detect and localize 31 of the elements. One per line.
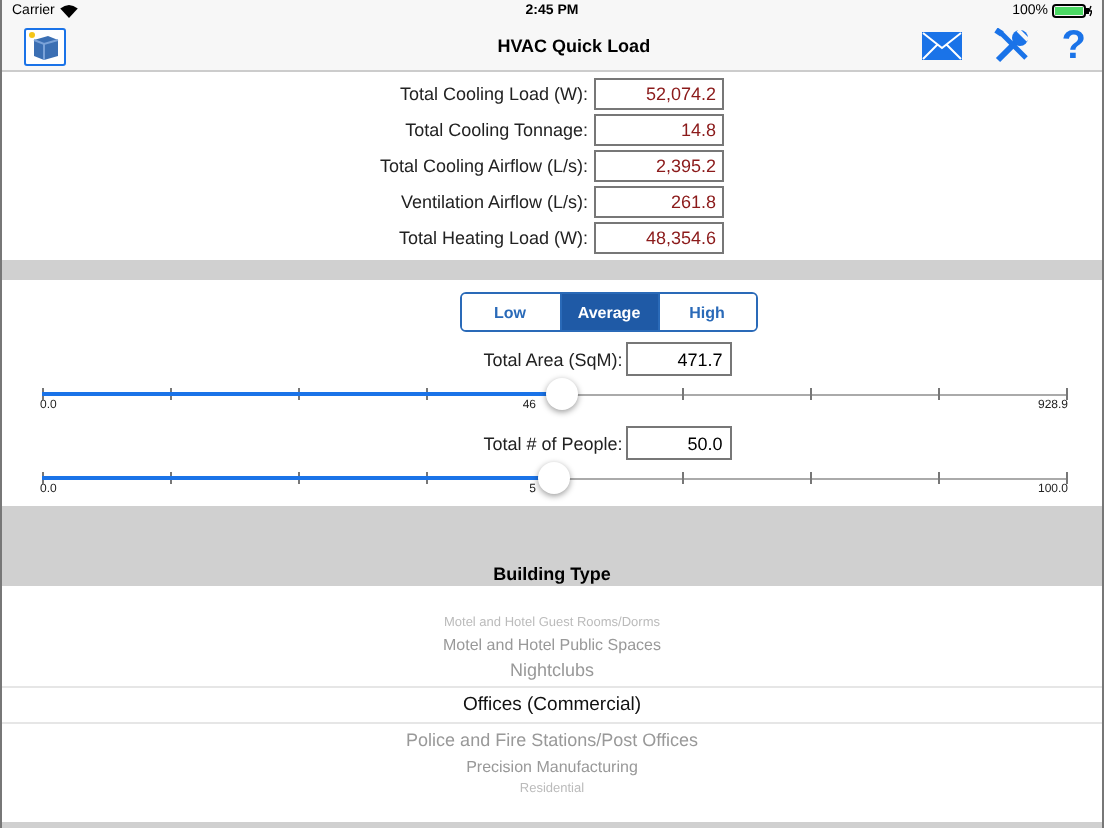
result-label: Total Cooling Airflow (L/s): xyxy=(377,156,590,176)
result-label: Ventilation Airflow (L/s): xyxy=(398,192,590,212)
slider-thumb[interactable] xyxy=(546,378,579,410)
picker-item[interactable]: Precision Manufacturing xyxy=(466,754,638,780)
picker-item[interactable]: Motel and Hotel Public Spaces xyxy=(443,632,661,658)
slider-thumb[interactable] xyxy=(538,462,570,494)
result-field: 48,354.6 xyxy=(594,222,724,254)
segment-tab[interactable]: High xyxy=(657,294,755,330)
picker-item[interactable]: Offices (Commercial) xyxy=(2,686,1102,724)
result-field: 2,395.2 xyxy=(594,150,724,182)
picker-item[interactable]: Police and Fire Stations/Post Offices xyxy=(406,728,698,754)
picker-item[interactable]: Nightclubs xyxy=(509,658,595,684)
value-field[interactable]: 50.0 xyxy=(626,426,733,460)
app-icon-button[interactable] xyxy=(24,27,66,65)
result-field: 52,074.2 xyxy=(594,78,724,110)
result-label: Total Cooling Load (W): xyxy=(397,84,590,104)
result-label: Total Cooling Tonnage: xyxy=(403,120,590,140)
result-label: Total Heating Load (W): xyxy=(396,228,590,248)
segment-tab[interactable]: Average xyxy=(559,294,657,330)
picker-title: Building Type xyxy=(493,564,611,584)
help-button[interactable]: ? xyxy=(1061,26,1086,66)
slider-label: Total # of People: xyxy=(483,433,625,453)
battery-icon xyxy=(1052,4,1092,18)
value-field[interactable]: 471.7 xyxy=(626,342,733,376)
result-field: 14.8 xyxy=(594,114,724,146)
wifi-icon xyxy=(60,4,79,18)
mail-button[interactable] xyxy=(921,32,962,60)
slider-label: Total Area (SqM): xyxy=(483,349,625,369)
tools-button[interactable] xyxy=(993,28,1030,64)
window-title: HVAC Quick Load xyxy=(497,36,651,56)
result-field: 261.8 xyxy=(594,186,724,218)
